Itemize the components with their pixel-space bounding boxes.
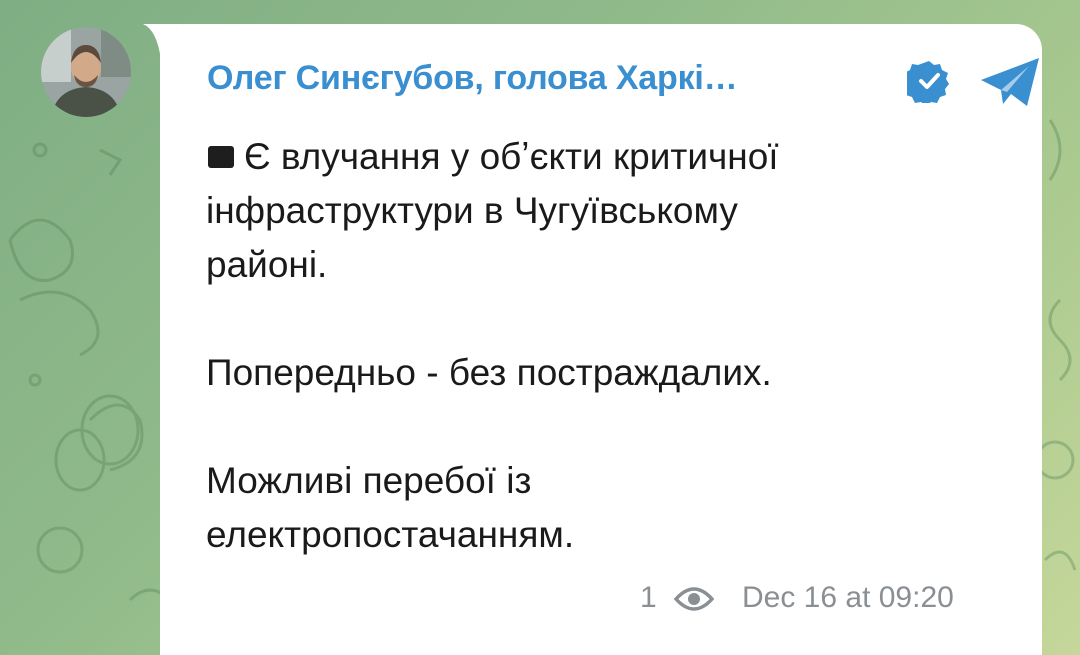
message-line-4: Попередньо - без постраждалих. bbox=[206, 352, 772, 393]
black-square-icon bbox=[208, 146, 234, 168]
message-line-1-text: Є влучання у обʼєкти критичної bbox=[244, 136, 779, 177]
person-photo-icon bbox=[41, 27, 131, 117]
channel-name[interactable]: Олег Синєгубов, голова Харкі… bbox=[207, 59, 827, 98]
message-text: Є влучання у обʼєкти критичної інфрастру… bbox=[206, 130, 1006, 562]
message-footer: 1 Dec 16 at 09:20 bbox=[630, 581, 1000, 621]
message-line-5: Можливі перебої із bbox=[206, 460, 532, 501]
view-count: 1 bbox=[640, 581, 657, 614]
telegram-plane-icon[interactable] bbox=[977, 54, 1043, 110]
message-header: Олег Синєгубов, голова Харкі… bbox=[207, 54, 1039, 106]
message-line-6: електропостачанням. bbox=[206, 514, 575, 555]
verified-badge-icon bbox=[907, 61, 949, 103]
message-timestamp: Dec 16 at 09:20 bbox=[742, 581, 954, 614]
message-line-1: Є влучання у обʼєкти критичної bbox=[206, 130, 1006, 184]
eye-icon bbox=[674, 587, 714, 611]
message-line-3: районі. bbox=[206, 244, 328, 285]
message-bubble[interactable]: Олег Синєгубов, голова Харкі… Є влучання… bbox=[160, 24, 1042, 655]
channel-avatar[interactable] bbox=[41, 27, 131, 117]
message-line-2: інфраструктури в Чугуївському bbox=[206, 190, 738, 231]
